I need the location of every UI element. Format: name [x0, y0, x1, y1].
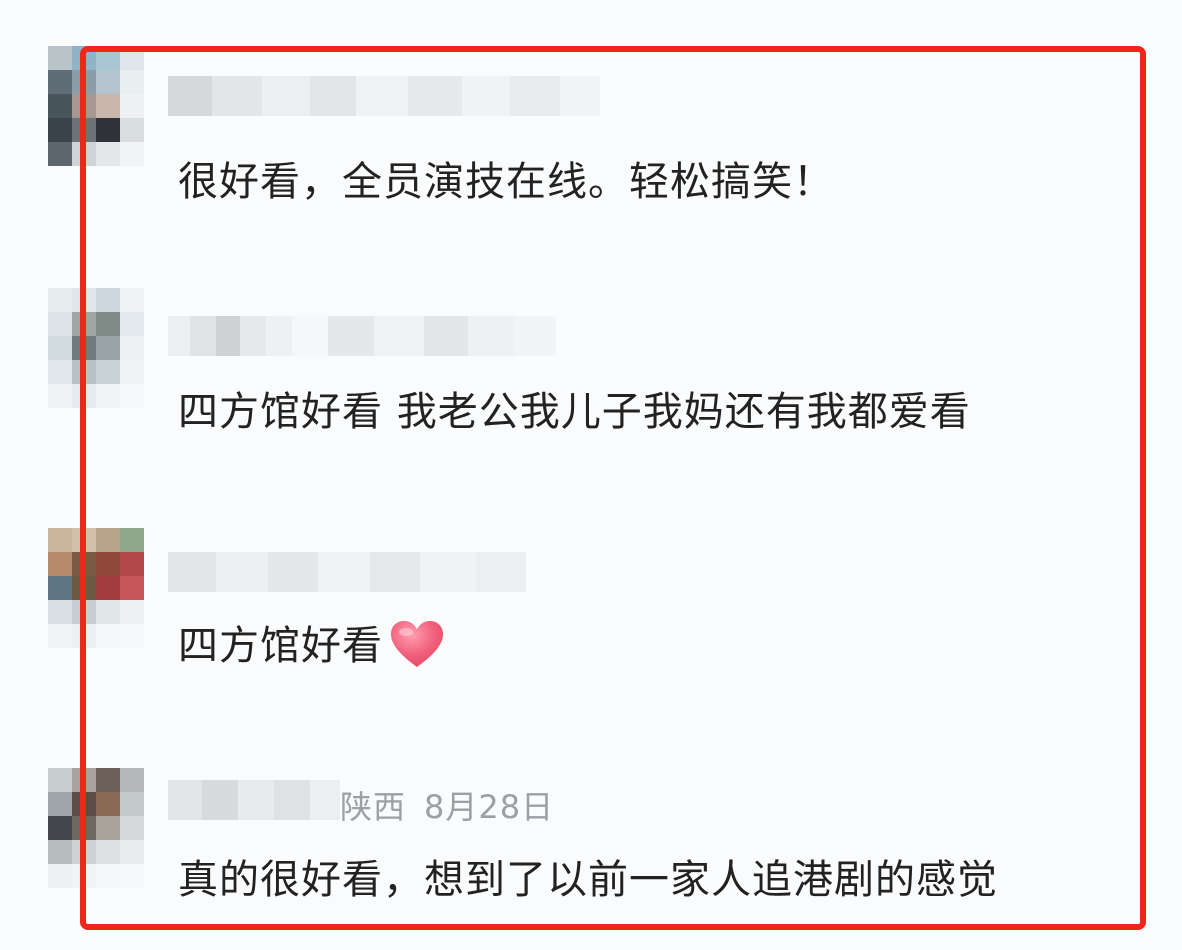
username-blurred[interactable]: [168, 552, 526, 592]
comment-text: 很好看，全员演技在线。轻松搞笑！: [178, 159, 834, 205]
comment-location: 陕西: [340, 788, 407, 826]
avatar[interactable]: [48, 528, 144, 648]
avatar[interactable]: [48, 768, 144, 888]
username-blurred[interactable]: [168, 76, 600, 116]
heart-icon: [391, 621, 443, 667]
comment-text: 四方馆好看 我老公我儿子我妈还有我都爱看: [178, 389, 971, 435]
comment-date: 8月28日: [424, 788, 555, 826]
comment-meta: 陕西 8月28日: [340, 782, 554, 828]
avatar[interactable]: [48, 46, 144, 166]
comment-text-content: 四方馆好看: [178, 623, 383, 669]
avatar[interactable]: [48, 288, 144, 408]
comment-text: 四方馆好看: [178, 621, 445, 670]
username-blurred[interactable]: [168, 316, 556, 356]
comment-text: 真的很好看，想到了以前一家人追港剧的感觉: [178, 857, 998, 903]
comment-screenshot: 很好看，全员演技在线。轻松搞笑！ 四方馆好看 我老公我儿子我妈还有我都爱看 四方…: [0, 0, 1182, 950]
username-blurred[interactable]: [168, 780, 340, 820]
